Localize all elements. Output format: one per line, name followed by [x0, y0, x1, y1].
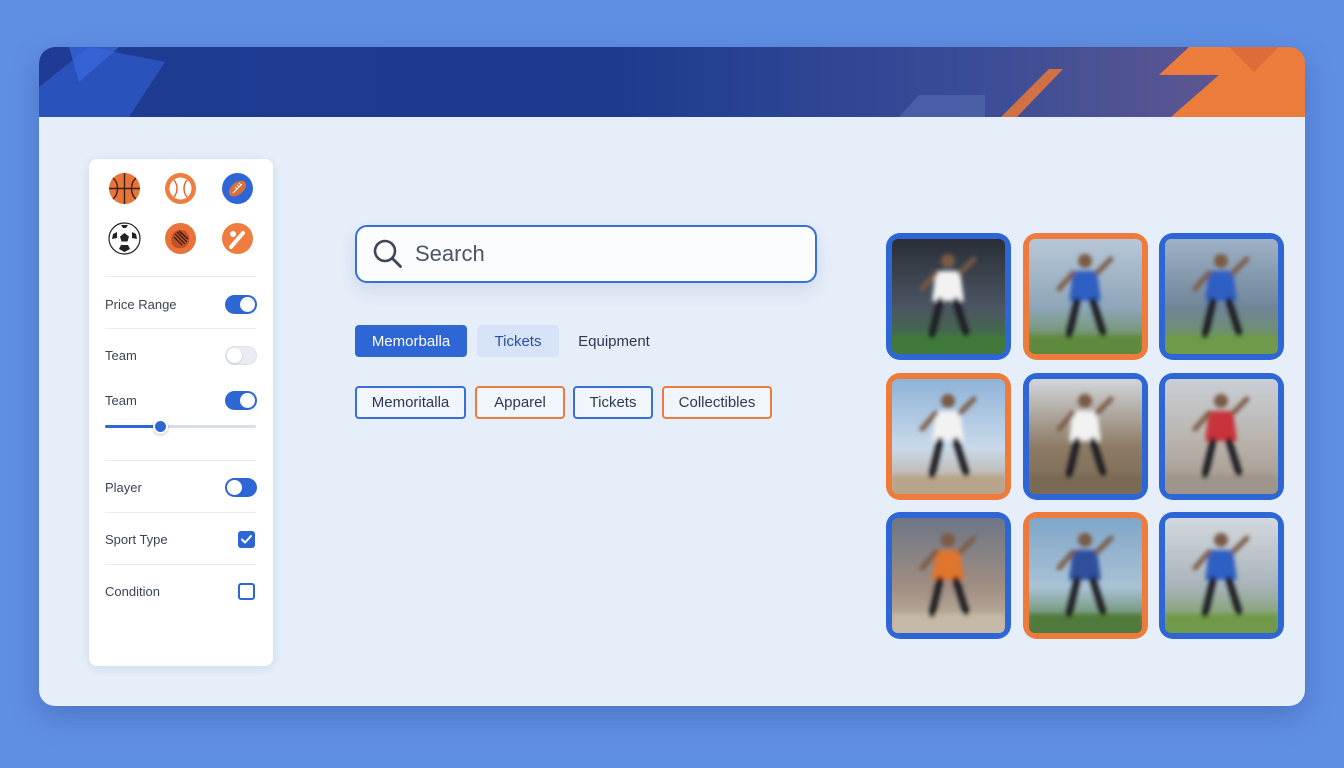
divider	[105, 460, 256, 461]
filter-label-team: Team	[105, 348, 137, 363]
slider-thumb[interactable]	[153, 419, 169, 434]
soccer-ball-icon[interactable]	[108, 222, 141, 255]
product-tile[interactable]	[1023, 512, 1148, 639]
condition-checkbox[interactable]	[238, 583, 255, 600]
banner-decoration	[39, 47, 1305, 117]
product-tile[interactable]	[1023, 233, 1148, 360]
app-window: Price Range Team Team Player Sport Type …	[39, 47, 1305, 706]
tab-tickets[interactable]: Tickets	[477, 325, 559, 357]
filter-label-player: Player	[105, 480, 142, 495]
product-tile[interactable]	[1159, 373, 1284, 500]
filter-sidebar: Price Range Team Team Player Sport Type …	[89, 159, 273, 666]
product-tile[interactable]	[886, 512, 1011, 639]
filter-label-condition: Condition	[105, 584, 160, 599]
price-range-toggle[interactable]	[225, 295, 257, 314]
team-slider[interactable]	[105, 419, 256, 434]
chip-collectibles[interactable]: Collectibles	[662, 386, 772, 419]
chip-memoritalla[interactable]: Memoritalla	[355, 386, 466, 419]
product-tile[interactable]	[886, 373, 1011, 500]
filter-label-sport-type: Sport Type	[105, 532, 168, 547]
team-range-toggle[interactable]	[225, 391, 257, 410]
team-toggle[interactable]	[225, 346, 257, 365]
product-tile[interactable]	[1023, 373, 1148, 500]
product-image	[1029, 518, 1142, 633]
tab-equipment[interactable]: Equipment	[569, 325, 659, 357]
sport-type-checkbox[interactable]	[238, 531, 255, 548]
divider	[105, 512, 256, 513]
glove-icon[interactable]	[164, 222, 197, 255]
baseball-icon[interactable]	[164, 172, 197, 205]
bat-and-ball-icon[interactable]	[221, 222, 254, 255]
basketball-icon[interactable]	[108, 172, 141, 205]
divider	[105, 564, 256, 565]
divider	[105, 328, 256, 329]
player-toggle[interactable]	[225, 478, 257, 497]
toggle-knob	[240, 393, 255, 408]
header-banner	[39, 47, 1305, 117]
toggle-knob	[240, 297, 255, 312]
filter-label-team-range: Team	[105, 393, 137, 408]
product-image	[1165, 518, 1278, 633]
filter-label-price-range: Price Range	[105, 297, 177, 312]
check-icon	[241, 535, 252, 544]
football-icon[interactable]	[221, 172, 254, 205]
product-image	[1029, 239, 1142, 354]
product-tile[interactable]	[1159, 233, 1284, 360]
product-tile[interactable]	[886, 233, 1011, 360]
chip-apparel[interactable]: Apparel	[475, 386, 565, 419]
divider	[105, 276, 256, 277]
search-icon	[373, 239, 402, 268]
search-input[interactable]	[415, 241, 795, 267]
search-bar[interactable]	[355, 225, 817, 283]
tab-memorballa[interactable]: Memorballa	[355, 325, 467, 357]
chip-tickets[interactable]: Tickets	[573, 386, 653, 419]
product-image	[1165, 379, 1278, 494]
product-image	[1029, 379, 1142, 494]
product-image	[892, 518, 1005, 633]
toggle-knob	[227, 348, 242, 363]
toggle-knob	[227, 480, 242, 495]
product-image	[892, 379, 1005, 494]
product-image	[892, 239, 1005, 354]
product-tile[interactable]	[1159, 512, 1284, 639]
product-image	[1165, 239, 1278, 354]
